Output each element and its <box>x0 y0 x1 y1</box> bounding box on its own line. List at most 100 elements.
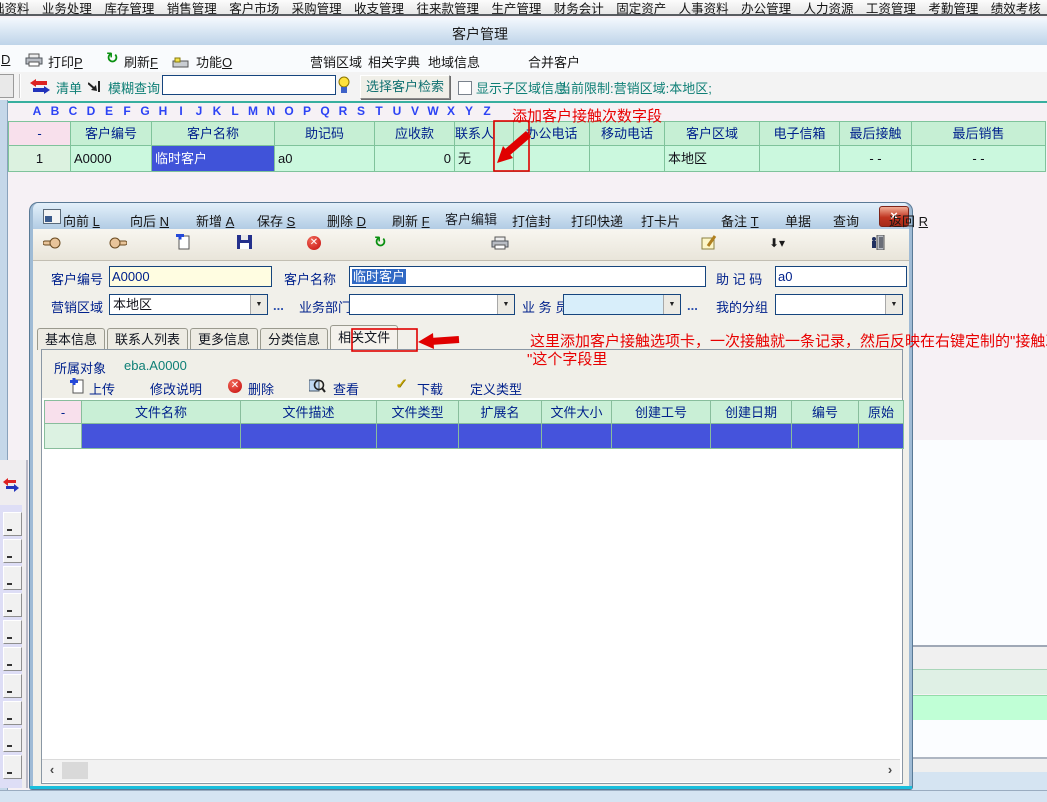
mnemonic-input[interactable]: a0 <box>775 266 907 287</box>
alphabet-letter[interactable]: F <box>118 104 136 120</box>
salesman-more-button[interactable]: ... <box>687 298 698 313</box>
alphabet-letter[interactable]: B <box>46 104 64 120</box>
show-subregion-checkbox[interactable] <box>458 81 472 95</box>
menu-related-dict[interactable]: 相关字典 <box>368 52 420 71</box>
cell-name-selected[interactable]: 临时客户 <box>152 146 275 172</box>
side-mini-button[interactable] <box>3 674 22 698</box>
col-last-contact[interactable]: 最后接触 <box>840 121 912 146</box>
side-mini-button[interactable] <box>3 593 22 617</box>
menu-item[interactable]: 客户市场 <box>229 0 279 17</box>
fcell[interactable] <box>459 424 542 449</box>
menu-item[interactable]: 考勤管理 <box>928 0 978 17</box>
fuzzy-query-button[interactable]: 模糊查询 <box>108 78 160 97</box>
menu-item[interactable]: 业务处理 <box>42 0 92 17</box>
alphabet-letter[interactable]: C <box>64 104 82 120</box>
col-rownum[interactable]: - <box>8 121 71 146</box>
menu-geo-info[interactable]: 地域信息 <box>428 52 480 71</box>
alphabet-letter[interactable]: U <box>388 104 406 120</box>
alphabet-letter[interactable]: M <box>244 104 262 120</box>
menu-marketing-region[interactable]: 营销区域 <box>310 52 362 71</box>
alphabet-letter[interactable]: X <box>442 104 460 120</box>
alphabet-letter[interactable]: A <box>28 104 46 120</box>
cell-email[interactable] <box>760 146 840 172</box>
fcol-file-name[interactable]: 文件名称 <box>82 400 241 424</box>
alphabet-letter[interactable]: L <box>226 104 244 120</box>
bill-button[interactable]: 单据 <box>785 211 811 230</box>
menu-item[interactable]: 往来款管理 <box>416 0 479 17</box>
fcell[interactable] <box>792 424 859 449</box>
print-envelope-button[interactable]: 打信封 <box>512 211 551 230</box>
alphabet-letter[interactable]: T <box>370 104 388 120</box>
col-customer-code[interactable]: 客户编号 <box>71 121 152 146</box>
side-mini-button[interactable] <box>3 701 22 725</box>
horizontal-scrollbar[interactable]: ‹ › <box>42 759 900 782</box>
cell-region[interactable]: 本地区 <box>665 146 760 172</box>
toolbar-cut-item[interactable]: D <box>1 52 10 67</box>
alphabet-letter[interactable]: W <box>424 104 442 120</box>
cell-rownum[interactable]: 1 <box>8 146 71 172</box>
fcell[interactable] <box>241 424 377 449</box>
region-combo[interactable]: 本地区▼ <box>109 294 268 315</box>
alphabet-letter[interactable]: N <box>262 104 280 120</box>
alphabet-letter[interactable]: V <box>406 104 424 120</box>
delete-button[interactable]: 删除 D <box>327 211 366 230</box>
cell-last-sale[interactable]: - - <box>912 146 1046 172</box>
col-last-sale[interactable]: 最后销售 <box>912 121 1046 146</box>
cell-code[interactable]: A0000 <box>71 146 152 172</box>
edit-desc-button[interactable]: 修改说明 <box>150 379 202 398</box>
salesman-combo[interactable]: ▼ <box>563 294 681 315</box>
print-card-button[interactable]: 打卡片 <box>641 211 680 230</box>
cell-extra[interactable] <box>494 146 514 172</box>
list-button[interactable]: 清单 <box>56 78 82 97</box>
customer-code-input[interactable]: A0000 <box>109 266 272 287</box>
side-mini-button[interactable] <box>3 620 22 644</box>
chevron-down-icon[interactable]: ▼ <box>497 295 514 314</box>
menu-item[interactable]: 工资管理 <box>866 0 916 17</box>
print-express-button[interactable]: 打印快递 <box>571 211 623 230</box>
fcell[interactable] <box>44 424 82 449</box>
tab-class-info[interactable]: 分类信息 <box>260 328 328 350</box>
alphabet-letter[interactable]: Y <box>460 104 478 120</box>
scroll-thumb[interactable] <box>62 762 88 779</box>
alphabet-letter[interactable]: P <box>298 104 316 120</box>
search-input[interactable] <box>162 75 336 95</box>
define-type-button[interactable]: 定义类型 <box>470 379 522 398</box>
col-contact[interactable]: 联系人 <box>455 121 494 146</box>
menu-item[interactable]: 固定资产 <box>616 0 666 17</box>
side-mini-button[interactable] <box>3 566 22 590</box>
alphabet-letter[interactable]: Q <box>316 104 334 120</box>
col-receivable[interactable]: 应收款 <box>375 121 455 146</box>
fcell[interactable] <box>612 424 711 449</box>
tab-more-info[interactable]: 更多信息 <box>190 328 258 350</box>
fcell[interactable] <box>542 424 612 449</box>
delete-file-button[interactable]: 删除 <box>248 379 274 398</box>
menu-item[interactable]: 办公管理 <box>741 0 791 17</box>
col-mnemonic[interactable]: 助记码 <box>275 121 375 146</box>
tab-contact-list[interactable]: 联系人列表 <box>107 328 188 350</box>
next-button[interactable]: 向后 N <box>130 211 169 230</box>
scroll-right-arrow[interactable]: › <box>882 762 898 779</box>
cell-mnemonic[interactable]: a0 <box>275 146 375 172</box>
customer-row[interactable]: 1 A0000 临时客户 a0 0 无 本地区 - - - - <box>8 146 1046 172</box>
menu-item[interactable]: 人事资料 <box>679 0 729 17</box>
query-button[interactable]: 查询 <box>833 211 859 230</box>
cell-contact[interactable]: 无 <box>455 146 494 172</box>
customer-name-input[interactable]: 临时客户 <box>349 266 706 287</box>
prev-button[interactable]: 向前 L <box>63 211 100 230</box>
col-customer-name[interactable]: 客户名称 <box>152 121 275 146</box>
function-button[interactable]: 功能O <box>196 52 232 71</box>
chevron-down-icon[interactable]: ▼ <box>885 295 902 314</box>
alphabet-letter[interactable]: J <box>190 104 208 120</box>
download-button[interactable]: 下载 <box>417 379 443 398</box>
menu-item[interactable]: 财务会计 <box>554 0 604 17</box>
chevron-down-icon[interactable]: ▼ <box>250 295 267 314</box>
dept-combo[interactable]: ▼ <box>349 294 515 315</box>
chevron-down-icon[interactable]: ▼ <box>663 295 680 314</box>
region-more-button[interactable]: ... <box>273 298 284 313</box>
alphabet-letter[interactable]: O <box>280 104 298 120</box>
scroll-left-arrow[interactable]: ‹ <box>44 762 60 779</box>
upload-button[interactable]: 上传 <box>89 379 115 398</box>
dialog-refresh-button[interactable]: 刷新 F <box>392 211 430 230</box>
tab-related-files[interactable]: 相关文件 <box>330 325 398 350</box>
menu-item[interactable]: 生产管理 <box>491 0 541 17</box>
